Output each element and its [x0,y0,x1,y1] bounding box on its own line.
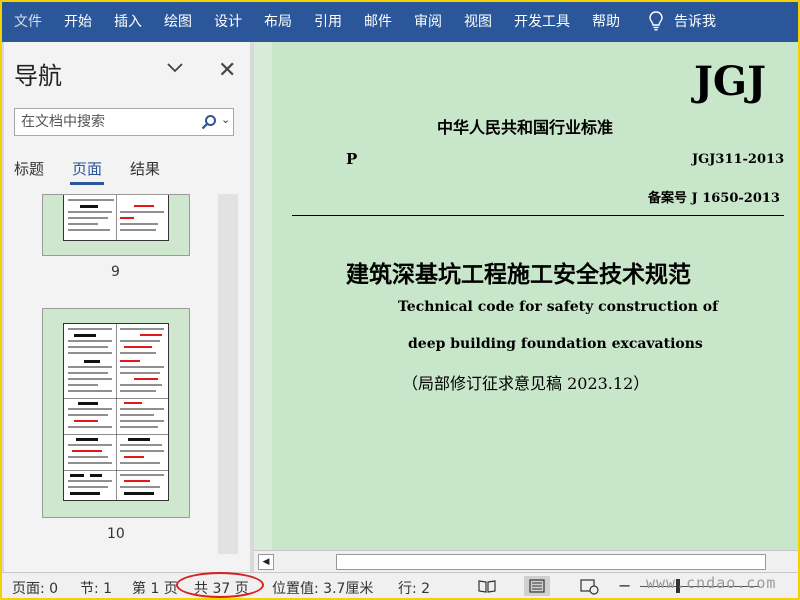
site-watermark: www.cndao.com [646,574,777,592]
standard-number: JGJ311-2013 [692,152,785,167]
page-gutter [254,42,272,550]
chevron-down-icon[interactable] [166,62,184,74]
tab-file[interactable]: 文件 [14,11,42,31]
header-divider [292,215,784,216]
page-number-label: 10 [107,526,125,542]
status-line[interactable]: 行: 2 [398,578,430,598]
web-layout-icon[interactable] [576,576,602,596]
record-number: 备案号 J 1650-2013 [648,191,780,206]
tab-view[interactable]: 视图 [464,11,492,31]
tab-headings[interactable]: 标题 [14,158,44,179]
status-page-of[interactable]: 第 1 页 [132,578,178,598]
tell-me-label: 告诉我 [674,14,716,30]
zoom-out-icon[interactable]: − [618,576,631,595]
status-section[interactable]: 节: 1 [80,578,112,598]
document-page[interactable]: JGJ 中华人民共和国行业标准 P JGJ311-2013 备案号 J 1650… [254,42,800,550]
ribbon-tab-bar: 文件 开始 插入 绘图 设计 布局 引用 邮件 审阅 视图 开发工具 帮助 告诉… [0,0,800,42]
search-box[interactable]: ⌄ [14,108,234,136]
tab-design[interactable]: 设计 [214,11,242,31]
close-icon[interactable]: ✕ [218,58,236,83]
print-layout-icon[interactable] [524,576,550,596]
classification-code: P [346,150,358,168]
tab-layout[interactable]: 布局 [264,11,292,31]
tab-draw[interactable]: 绘图 [164,11,192,31]
nav-title: 导航 [14,62,62,90]
read-mode-icon[interactable] [474,576,500,596]
page-thumbnail-10[interactable] [42,308,190,518]
chevron-down-icon[interactable]: ⌄ [221,113,230,126]
tab-pages[interactable]: 页面 [70,158,105,185]
tab-results[interactable]: 结果 [130,158,160,179]
draft-subtitle: （局部修订征求意见稿 2023.12） [402,374,650,393]
status-page[interactable]: 页面: 0 [12,578,58,598]
tab-developer[interactable]: 开发工具 [514,11,570,31]
tell-me-box[interactable]: 告诉我 [648,11,716,31]
thumbnail-page-image [63,323,169,501]
nav-scrollbar[interactable] [218,194,238,554]
tab-help[interactable]: 帮助 [592,11,620,31]
navigation-pane: 导航 ✕ ⌄ 标题 页面 结果 9 [4,42,250,572]
scrollbar-thumb[interactable] [336,554,766,570]
search-icon[interactable] [201,114,217,130]
doc-header: 中华人民共和国行业标准 [437,118,614,137]
tab-review[interactable]: 审阅 [414,11,442,31]
document-title: 建筑深基坑工程施工安全技术规范 [346,261,691,288]
tab-home[interactable]: 开始 [64,11,92,31]
scroll-left-icon[interactable]: ◀ [258,554,274,570]
horizontal-scrollbar[interactable]: ◀ [254,550,800,572]
page-thumbnail-9[interactable] [42,194,190,256]
standard-logo: JGJ [694,58,767,105]
nav-tabs: 标题 页面 结果 [14,158,188,185]
status-position[interactable]: 位置值: 3.7厘米 [272,578,373,598]
english-title-line-1: Technical code for safety construction o… [398,299,719,315]
tab-mailings[interactable]: 邮件 [364,11,392,31]
tab-insert[interactable]: 插入 [114,11,142,31]
status-page-count[interactable]: 共 37 页 [194,578,249,598]
lightbulb-icon [649,11,663,31]
page-number-label: 9 [111,264,120,280]
search-input[interactable] [15,109,199,135]
english-title-line-2: deep building foundation excavations [408,336,703,352]
tab-references[interactable]: 引用 [314,11,342,31]
thumbnail-page-image [63,195,169,241]
